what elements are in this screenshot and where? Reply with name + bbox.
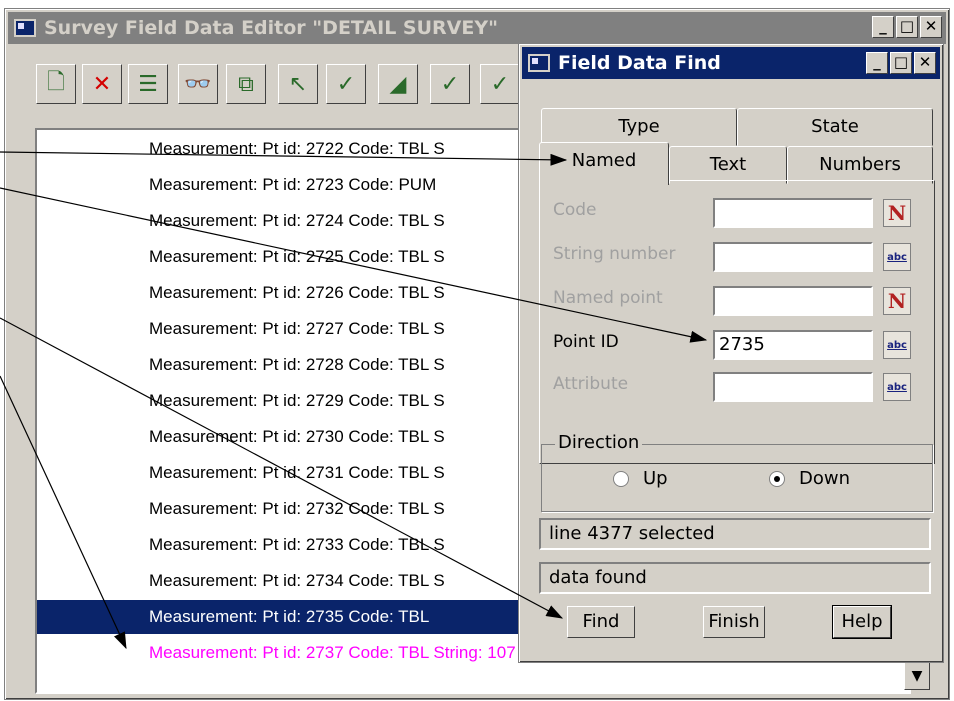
maximize-button[interactable]: □	[890, 52, 912, 74]
find-window-controls: _ □ ✕	[866, 52, 936, 74]
find-button[interactable]: Find	[567, 606, 635, 638]
editor-title: Survey Field Data Editor "DETAIL SURVEY"	[44, 17, 498, 39]
direction-label: Direction	[555, 432, 643, 453]
minimize-button[interactable]: _	[866, 52, 888, 74]
binoculars-tool-button[interactable]: 👓	[178, 64, 218, 104]
named-point-input[interactable]	[713, 286, 873, 316]
direction-down-label: Down	[799, 468, 851, 489]
tab-named[interactable]: Named	[539, 142, 669, 185]
delete-tool-button[interactable]: ✕	[82, 64, 122, 104]
named-point-picker-button[interactable]: N	[883, 287, 911, 315]
code-input[interactable]	[713, 198, 873, 228]
new-icon: 🗋	[47, 70, 65, 95]
string-number-label: String number	[553, 244, 676, 264]
list-item[interactable]: Measurement: Pt id: 2724 Code: TBL S	[149, 204, 445, 238]
pointer-tool-button[interactable]: ↖	[278, 64, 318, 104]
list-item[interactable]: Measurement: Pt id: 2726 Code: TBL S	[149, 276, 445, 310]
list-item[interactable]: Measurement: Pt id: 2732 Code: TBL S	[149, 492, 445, 526]
editor-window-controls: _ □ ✕	[872, 16, 942, 38]
status-selected: line 4377 selected	[539, 518, 931, 550]
tab-type[interactable]: Type	[541, 108, 737, 146]
attribute-label: Attribute	[553, 374, 629, 394]
finish-button[interactable]: Finish	[703, 606, 765, 638]
point-id-input[interactable]: 2735	[713, 330, 873, 360]
string-number-picker-button[interactable]: abc	[883, 243, 911, 271]
list-item[interactable]: Measurement: Pt id: 2725 Code: TBL S	[149, 240, 445, 274]
named-point-label: Named point	[553, 288, 663, 308]
editor-close-button[interactable]: ✕	[920, 16, 942, 38]
scroll-down-button[interactable]: ▼	[904, 662, 930, 690]
station-tool-button[interactable]: ◢	[378, 64, 418, 104]
code-picker-button[interactable]: N	[883, 199, 911, 227]
copy-icon: ⧉	[238, 71, 254, 97]
text-picker-icon: abc	[887, 339, 907, 351]
attribute-input[interactable]	[713, 372, 873, 402]
instrument2-tool-button[interactable]: ✓	[480, 64, 520, 104]
instrument2-icon: ✓	[490, 71, 510, 97]
attribute-picker-button[interactable]: abc	[883, 373, 911, 401]
name-picker-icon: N	[887, 289, 907, 313]
check-cross-tool-button[interactable]: ✓	[326, 64, 366, 104]
close-button[interactable]: ✕	[914, 52, 936, 74]
check-cross-icon: ✓	[336, 71, 356, 97]
app-icon	[528, 54, 550, 72]
tab-text[interactable]: Text	[669, 146, 787, 184]
status-found: data found	[539, 562, 931, 594]
find-title: Field Data Find	[558, 52, 721, 74]
list-item[interactable]: Measurement: Pt id: 2727 Code: TBL S	[149, 312, 445, 346]
field-data-find-dialog: Field Data Find _ □ ✕ Type State Named T…	[518, 43, 944, 663]
list-icon: ☰	[138, 71, 158, 97]
pointer-icon: ↖	[288, 71, 308, 97]
direction-up-radio[interactable]	[613, 471, 629, 487]
instrument-icon: ✓	[440, 71, 460, 97]
new-tool-button[interactable]: 🗋	[36, 64, 76, 104]
find-titlebar[interactable]: Field Data Find _ □ ✕	[522, 47, 940, 79]
direction-up-label: Up	[643, 468, 668, 489]
list-item[interactable]: Measurement: Pt id: 2730 Code: TBL S	[149, 420, 445, 454]
list-item[interactable]: Measurement: Pt id: 2723 Code: PUM	[149, 168, 436, 202]
copy-tool-button[interactable]: ⧉	[226, 64, 266, 104]
station-icon: ◢	[389, 71, 407, 97]
list-item[interactable]: Measurement: Pt id: 2733 Code: TBL S	[149, 528, 445, 562]
string-number-input[interactable]	[713, 242, 873, 272]
text-picker-icon: abc	[887, 381, 907, 393]
direction-group	[541, 444, 933, 512]
code-label: Code	[553, 200, 597, 220]
list-item[interactable]: Measurement: Pt id: 2728 Code: TBL S	[149, 348, 445, 382]
instrument-tool-button[interactable]: ✓	[430, 64, 470, 104]
name-picker-icon: N	[887, 201, 907, 225]
list-item[interactable]: Measurement: Pt id: 2729 Code: TBL S	[149, 384, 445, 418]
delete-icon: ✕	[92, 71, 112, 97]
text-picker-icon: abc	[887, 251, 907, 263]
editor-titlebar[interactable]: Survey Field Data Editor "DETAIL SURVEY"	[8, 12, 946, 44]
editor-maximize-button[interactable]: □	[896, 16, 918, 38]
list-item[interactable]: Measurement: Pt id: 2734 Code: TBL S	[149, 564, 445, 598]
point-id-label: Point ID	[553, 332, 619, 352]
binoculars-icon: 👓	[184, 71, 212, 97]
list-item[interactable]: Measurement: Pt id: 2731 Code: TBL S	[149, 456, 445, 490]
tab-numbers[interactable]: Numbers	[787, 146, 933, 184]
tab-state[interactable]: State	[737, 108, 933, 146]
app-icon	[14, 19, 36, 37]
help-button[interactable]: Help	[832, 605, 892, 639]
direction-down-radio[interactable]	[769, 471, 785, 487]
editor-minimize-button[interactable]: _	[872, 16, 894, 38]
list-tool-button[interactable]: ☰	[128, 64, 168, 104]
list-item[interactable]: Measurement: Pt id: 2722 Code: TBL S	[149, 132, 445, 166]
point-id-picker-button[interactable]: abc	[883, 331, 911, 359]
